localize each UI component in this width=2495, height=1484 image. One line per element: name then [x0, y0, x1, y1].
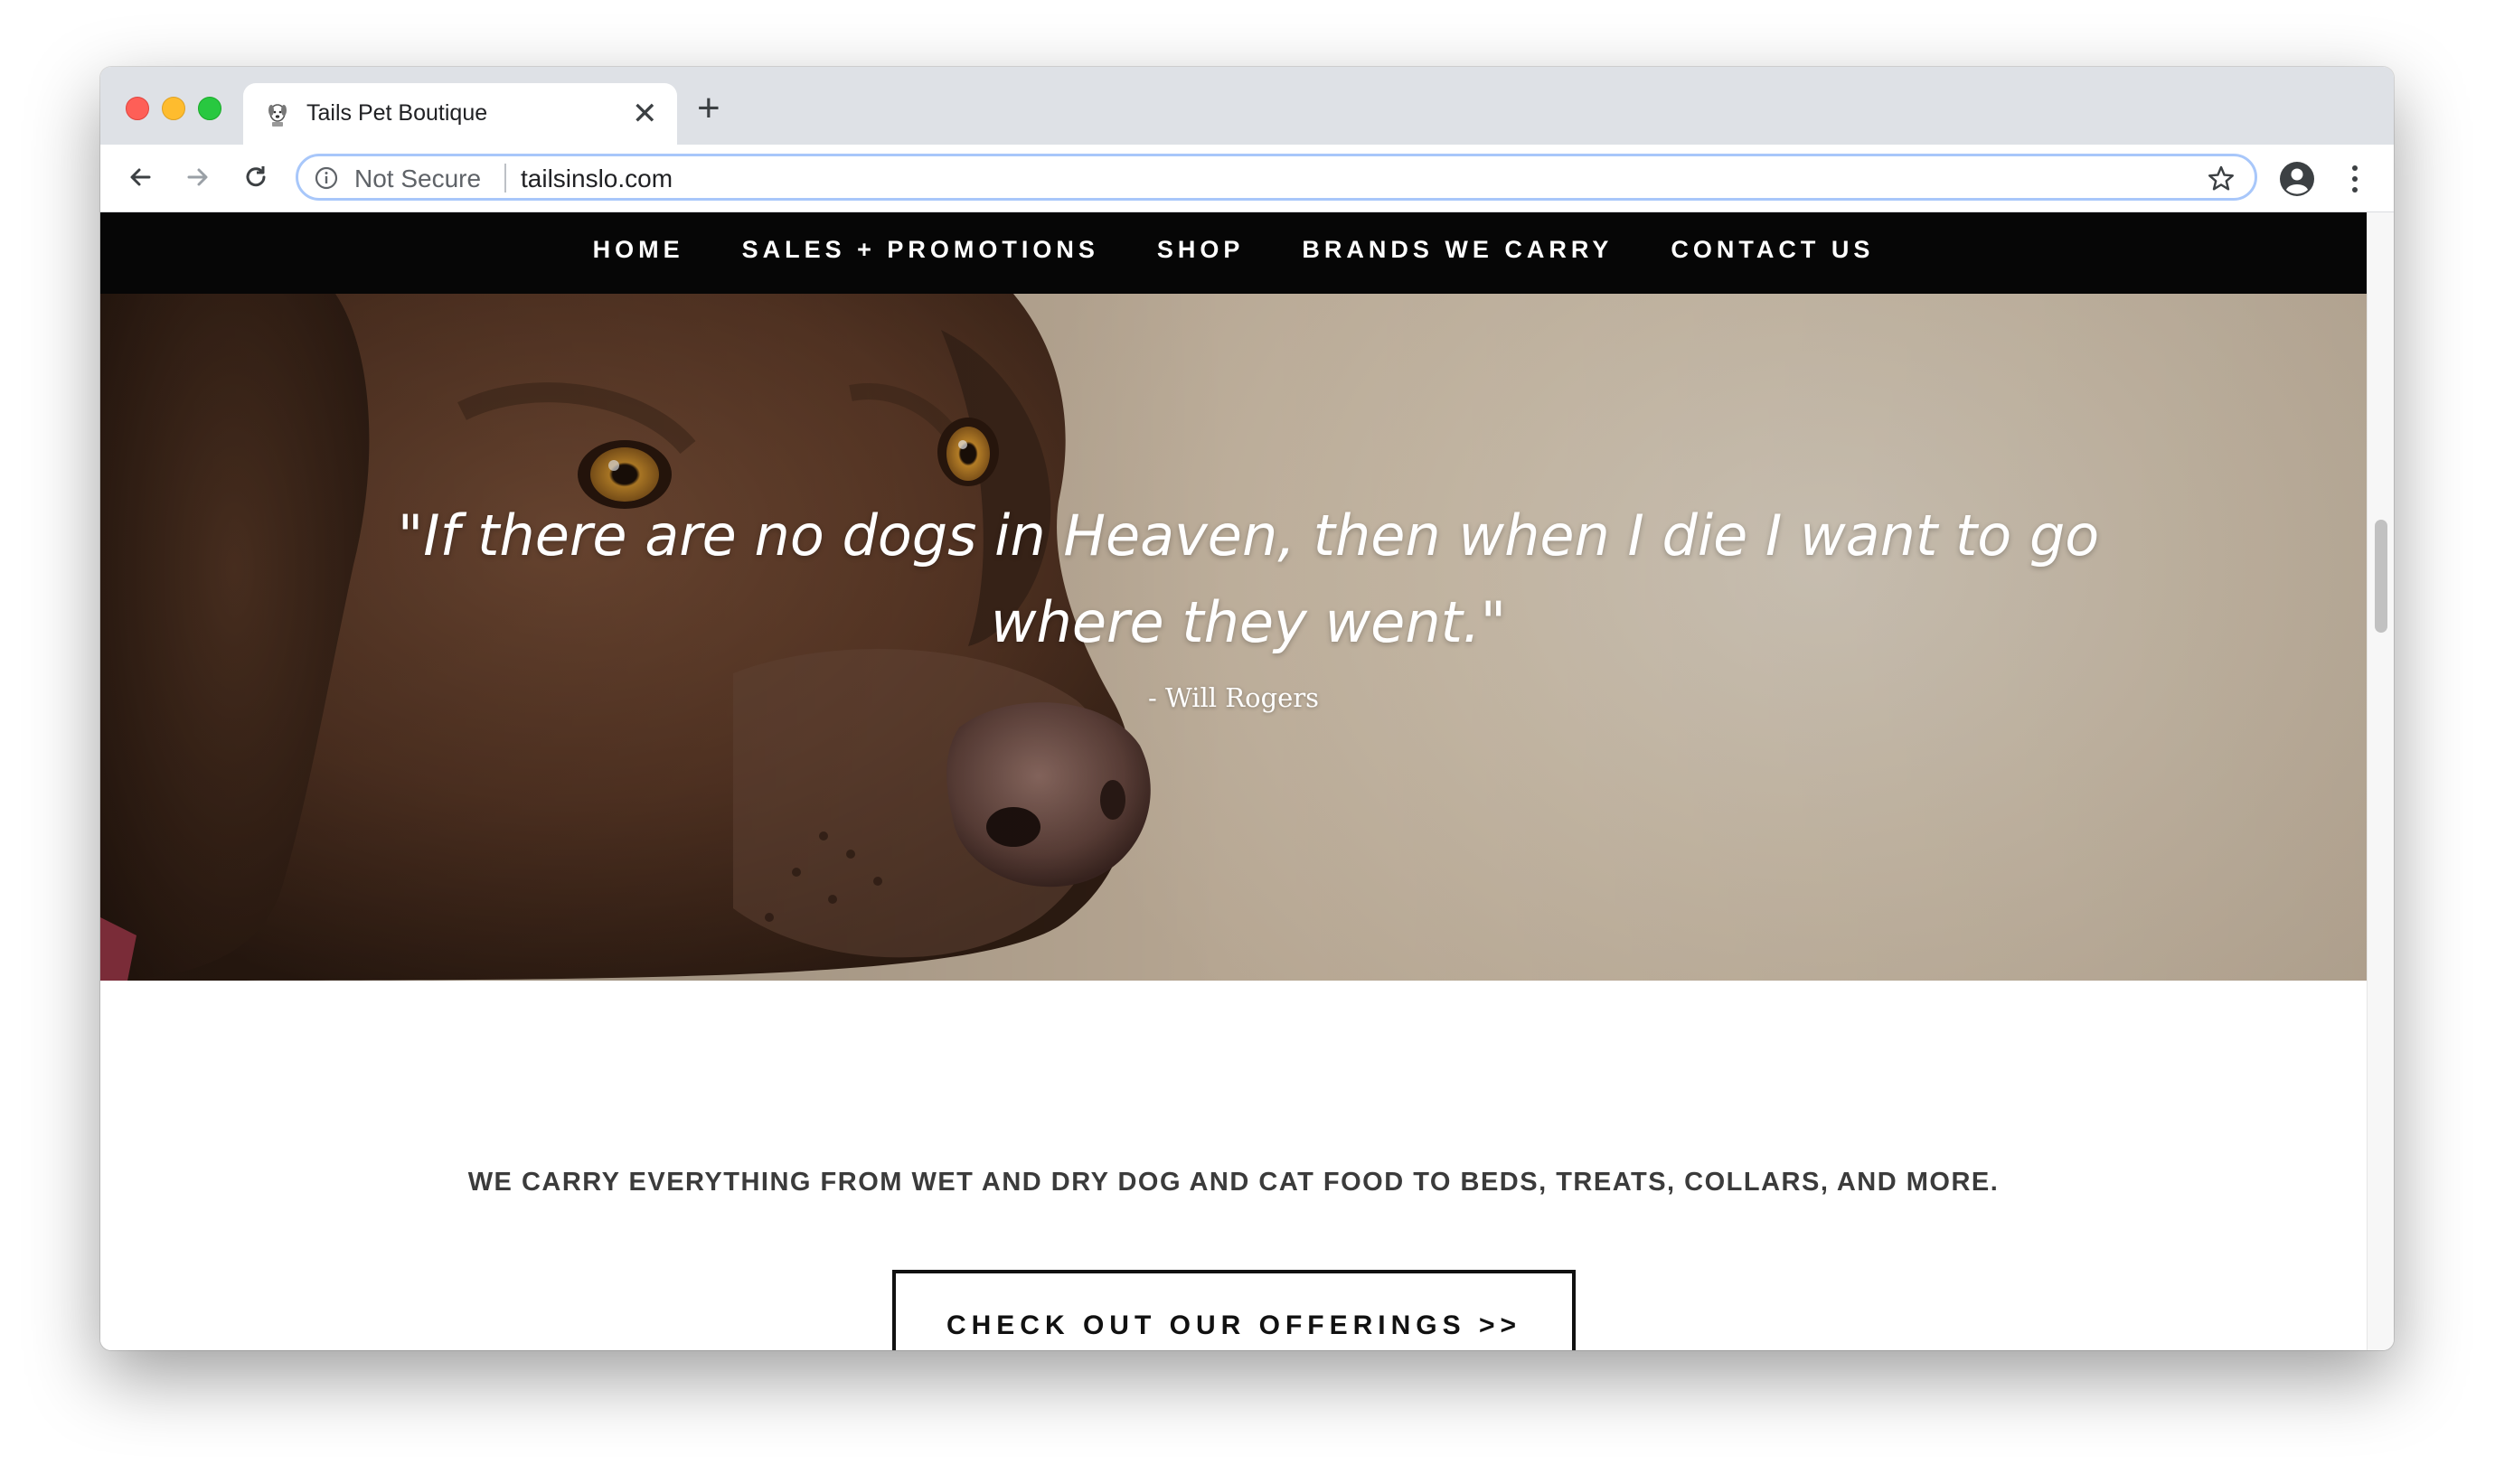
new-tab-button[interactable]: +	[697, 89, 720, 128]
address-divider	[504, 164, 506, 193]
offerings-button[interactable]: CHECK OUT OUR OFFERINGS >>	[892, 1270, 1576, 1350]
scrollbar-thumb[interactable]	[2375, 520, 2387, 633]
info-icon[interactable]	[315, 166, 338, 190]
minimize-window-button[interactable]	[162, 97, 185, 120]
forward-button[interactable]	[178, 157, 218, 197]
site-navigation: HOME SALES + PROMOTIONS SHOP BRANDS WE C…	[100, 212, 2367, 294]
hero-quote: "If there are no dogs in Heaven, then wh…	[397, 502, 2100, 655]
reload-icon	[246, 166, 266, 187]
url-text[interactable]: tailsinslo.com	[521, 164, 673, 193]
tagline-text: WE CARRY EVERYTHING FROM WET AND DRY DOG…	[467, 1168, 2000, 1197]
quote-author: - Will Rogers	[1147, 682, 1320, 713]
maximize-window-button[interactable]	[198, 97, 221, 120]
nav-shop[interactable]: SHOP	[1157, 236, 1245, 264]
forward-icon	[187, 168, 208, 186]
back-icon	[130, 168, 151, 186]
close-window-button[interactable]	[126, 97, 149, 120]
hero-banner: "If there are no dogs in Heaven, then wh…	[100, 294, 2367, 981]
nav-sales-promotions[interactable]: SALES + PROMOTIONS	[742, 236, 1099, 264]
favicon-dog-icon	[268, 104, 287, 127]
tab-strip: Tails Pet Boutique ✕ +	[100, 67, 2394, 145]
page-scrollbar[interactable]	[2367, 212, 2394, 1350]
web-page: HOME SALES + PROMOTIONS SHOP BRANDS WE C…	[100, 212, 2367, 1350]
back-button[interactable]	[120, 157, 160, 197]
nav-home[interactable]: HOME	[593, 236, 684, 264]
address-bar[interactable]: Not Secure tailsinslo.com	[296, 154, 2257, 201]
profile-icon[interactable]	[2279, 161, 2315, 197]
close-tab-icon[interactable]: ✕	[632, 96, 658, 132]
browser-window: Tails Pet Boutique ✕ + Not Secure tailsi…	[100, 67, 2394, 1350]
security-label[interactable]: Not Secure	[354, 164, 481, 193]
nav-contact-us[interactable]: CONTACT US	[1671, 236, 1874, 264]
star-icon[interactable]	[2206, 164, 2236, 194]
nav-brands-we-carry[interactable]: BRANDS WE CARRY	[1302, 236, 1613, 264]
browser-tab[interactable]: Tails Pet Boutique ✕	[243, 83, 677, 145]
browser-toolbar: Not Secure tailsinslo.com	[100, 145, 2394, 212]
tab-title: Tails Pet Boutique	[306, 100, 488, 126]
menu-icon[interactable]	[2349, 163, 2360, 195]
reload-button[interactable]	[236, 157, 276, 197]
